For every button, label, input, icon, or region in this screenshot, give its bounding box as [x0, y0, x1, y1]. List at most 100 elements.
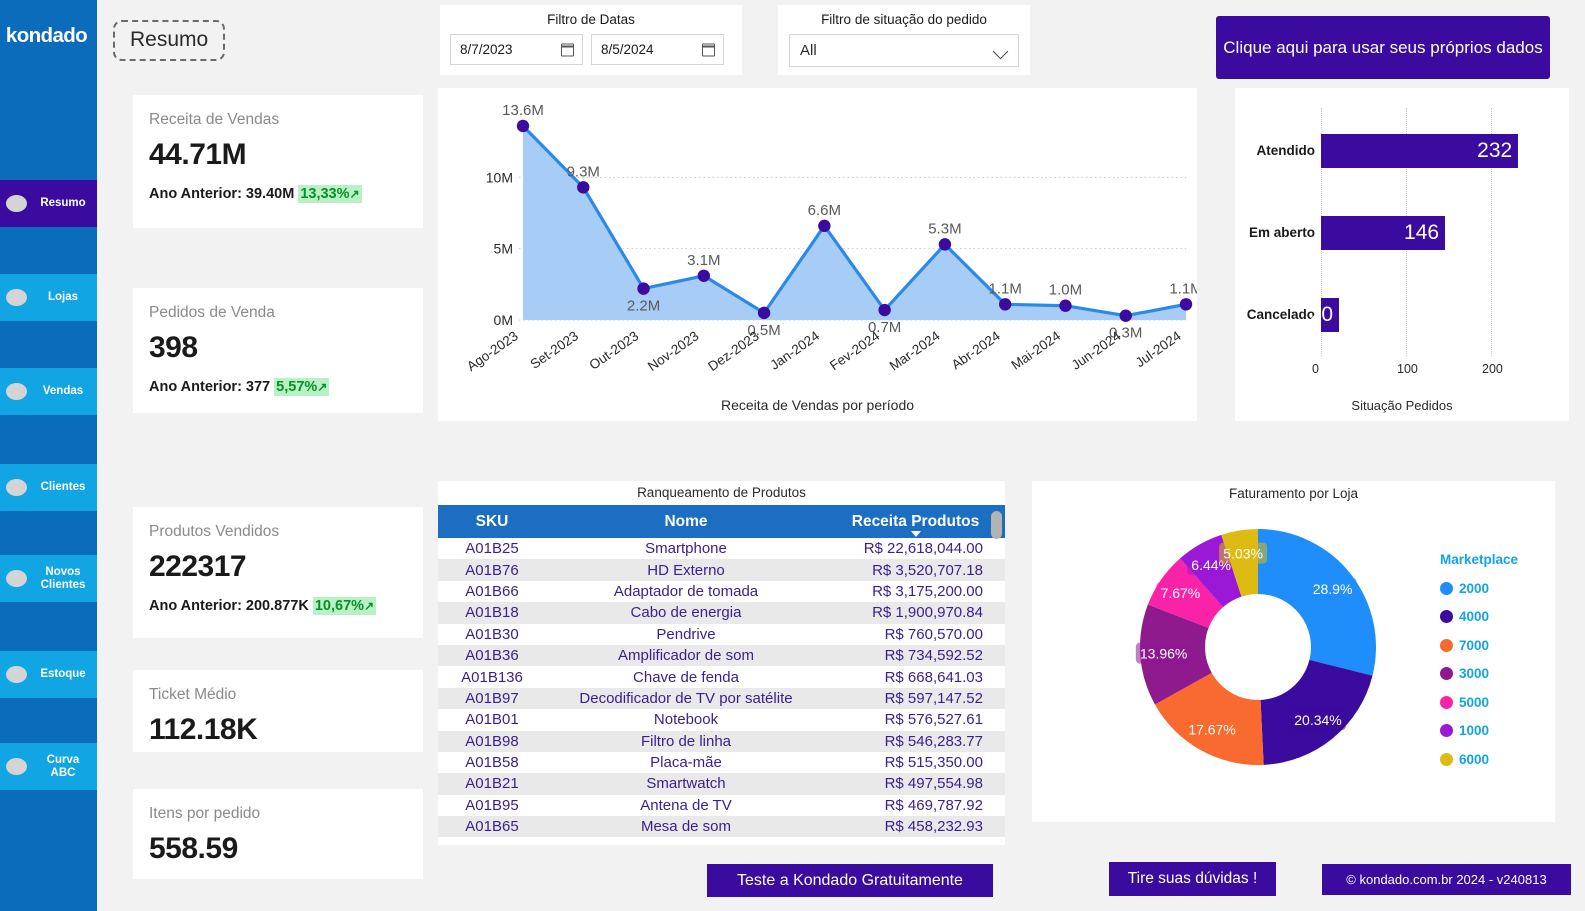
table-row[interactable]: A01B30PendriveR$ 760,570.00	[438, 624, 1005, 645]
x-axis-tick: 0	[1312, 362, 1319, 376]
cell-nome: Mesa de som	[546, 816, 826, 837]
table-row[interactable]: A01B01NotebookR$ 576,527.61	[438, 709, 1005, 730]
kpi-prev-label: Ano Anterior: 39.40M	[149, 186, 294, 202]
table-row[interactable]: A01B95Antena de TVR$ 469,787.92	[438, 795, 1005, 816]
legend-item[interactable]: 3000	[1440, 660, 1518, 689]
bar[interactable]: 146	[1321, 216, 1445, 250]
sidebar-item-resumo[interactable]: Resumo	[0, 180, 97, 227]
legend-item[interactable]: 7000	[1440, 631, 1518, 660]
table-row[interactable]: A01B18Cabo de energiaR$ 1,900,970.84	[438, 602, 1005, 623]
data-point[interactable]	[939, 238, 951, 250]
chevron-down-icon[interactable]	[993, 44, 1009, 60]
kpi-value: 222317	[149, 550, 423, 584]
bar[interactable]: 20	[1321, 298, 1339, 332]
sort-descending-icon[interactable]	[911, 531, 921, 537]
data-point[interactable]	[1059, 300, 1071, 312]
data-point[interactable]	[758, 307, 770, 319]
table-row[interactable]: A01B98Filtro de linhaR$ 546,283.77	[438, 731, 1005, 752]
cell-receita: R$ 22,618,044.00	[826, 538, 1005, 559]
cell-sku: A01B76	[438, 559, 546, 580]
legend-item[interactable]: 5000	[1440, 688, 1518, 717]
calendar-icon[interactable]	[702, 43, 715, 56]
legend-color-dot	[1440, 753, 1453, 766]
data-point[interactable]	[999, 298, 1011, 310]
table-row[interactable]: A01B136Chave de fendaR$ 668,641.03	[438, 666, 1005, 687]
sidebar-item-estoque[interactable]: Estoque	[0, 651, 97, 698]
legend-color-dot	[1440, 696, 1453, 709]
legend-label: 5000	[1459, 695, 1489, 710]
sidebar-item-label: Lojas	[33, 291, 97, 303]
sidebar-item-lojas[interactable]: Lojas	[0, 274, 97, 321]
data-point[interactable]	[637, 282, 649, 294]
trial-button[interactable]: Teste a Kondado Gratuitamente	[707, 864, 993, 897]
column-header-sku[interactable]: SKU	[438, 505, 546, 538]
kpi-delta-value: 13,33%	[300, 186, 349, 202]
data-point[interactable]	[818, 220, 830, 232]
data-point[interactable]	[1120, 310, 1132, 322]
sidebar-item-curva-abc[interactable]: Curva ABC	[0, 743, 97, 790]
column-header-nome[interactable]: Nome	[546, 505, 826, 538]
donut-slice[interactable]	[1258, 529, 1376, 676]
cell-receita: R$ 597,147.52	[826, 688, 1005, 709]
table-row[interactable]: A01B65Mesa de somR$ 458,232.93	[438, 816, 1005, 837]
cell-receita: R$ 1,900,970.84	[826, 602, 1005, 623]
table-row[interactable]: A01B25SmartphoneR$ 22,618,044.00	[438, 538, 1005, 559]
table-row[interactable]: A01B76HD ExternoR$ 3,520,707.18	[438, 559, 1005, 580]
kpi-card-produtos: Produtos Vendidos 222317 Ano Anterior: 2…	[133, 507, 423, 638]
scrollbar-thumb[interactable]	[991, 511, 1002, 539]
x-axis-tick: 200	[1482, 362, 1503, 376]
legend-title: Marketplace	[1440, 552, 1518, 567]
table-row[interactable]: A01B97Decodificador de TV por satéliteR$…	[438, 688, 1005, 709]
data-point[interactable]	[698, 270, 710, 282]
page-title[interactable]: Resumo	[113, 20, 225, 61]
brand-logo: kondado	[0, 0, 97, 72]
legend-item[interactable]: 6000	[1440, 745, 1518, 774]
use-own-data-button[interactable]: Clique aqui para usar seus próprios dado…	[1216, 16, 1550, 79]
start-date-input[interactable]: 8/7/2023	[450, 34, 583, 65]
kpi-label: Ticket Médio	[149, 686, 423, 704]
cell-sku: A01B136	[438, 666, 546, 687]
cell-nome: Notebook	[546, 709, 826, 730]
revenue-area-chart: 0M5M10M13.6MAgo-20239.3MSet-20232.2MOut-…	[438, 88, 1197, 421]
calendar-icon[interactable]	[561, 43, 574, 56]
slice-label: 17.67%	[1188, 722, 1235, 738]
cell-sku: A01B21	[438, 773, 546, 794]
table-row[interactable]: A01B36Amplificador de somR$ 734,592.52	[438, 645, 1005, 666]
sidebar-item-clientes[interactable]: Clientes	[0, 464, 97, 511]
column-header-receita[interactable]: Receita Produtos	[826, 505, 1005, 538]
status-filter-panel: Filtro de situação do pedido All	[778, 5, 1030, 75]
status-select[interactable]: All	[789, 34, 1019, 67]
legend-item[interactable]: 1000	[1440, 717, 1518, 746]
legend-color-dot	[1440, 582, 1453, 595]
bar[interactable]: 232	[1321, 134, 1518, 168]
y-axis-tick: 0M	[494, 312, 513, 328]
sidebar-item-vendas[interactable]: Vendas	[0, 368, 97, 415]
data-point[interactable]	[577, 181, 589, 193]
sidebar-item-novos-clientes[interactable]: Novos Clientes	[0, 555, 97, 602]
kpi-card-ticket-medio: Ticket Médio 112.18K	[133, 670, 423, 752]
kpi-value: 112.18K	[149, 713, 423, 747]
x-axis-tick: Dez-2023	[705, 328, 762, 374]
kpi-card-itens-por-pedido: Itens por pedido 558.59	[133, 789, 423, 879]
table-scrollbar[interactable]	[991, 511, 1002, 845]
bar-category-label: Cancelado	[1247, 307, 1315, 322]
table-row[interactable]: A01B66Adaptador de tomadaR$ 3,175,200.00	[438, 581, 1005, 602]
table-row[interactable]: A01B58Placa-mãeR$ 515,350.00	[438, 752, 1005, 773]
data-point[interactable]	[878, 304, 890, 316]
data-point[interactable]	[1180, 298, 1192, 310]
legend-item[interactable]: 2000	[1440, 574, 1518, 603]
bar-value-label: 146	[1404, 221, 1445, 245]
data-point[interactable]	[517, 120, 529, 132]
order-status-bar-chart: Atendido232Em aberto146Cancelado20010020…	[1235, 88, 1569, 421]
y-axis-tick: 10M	[486, 169, 513, 185]
sidebar-item-label: Novos Clientes	[33, 566, 97, 590]
end-date-value: 8/5/2024	[601, 42, 654, 57]
table-row[interactable]: A01B21SmartwatchR$ 497,554.98	[438, 773, 1005, 794]
cell-receita: R$ 469,787.92	[826, 795, 1005, 816]
cell-receita: R$ 497,554.98	[826, 773, 1005, 794]
end-date-input[interactable]: 8/5/2024	[591, 34, 724, 65]
ranking-table: SKU Nome Receita Produtos A01B25Smartpho…	[438, 505, 1005, 837]
legend-item[interactable]: 4000	[1440, 603, 1518, 632]
table-header-row: SKU Nome Receita Produtos	[438, 505, 1005, 538]
help-button[interactable]: Tire suas dúvidas !	[1109, 862, 1276, 896]
